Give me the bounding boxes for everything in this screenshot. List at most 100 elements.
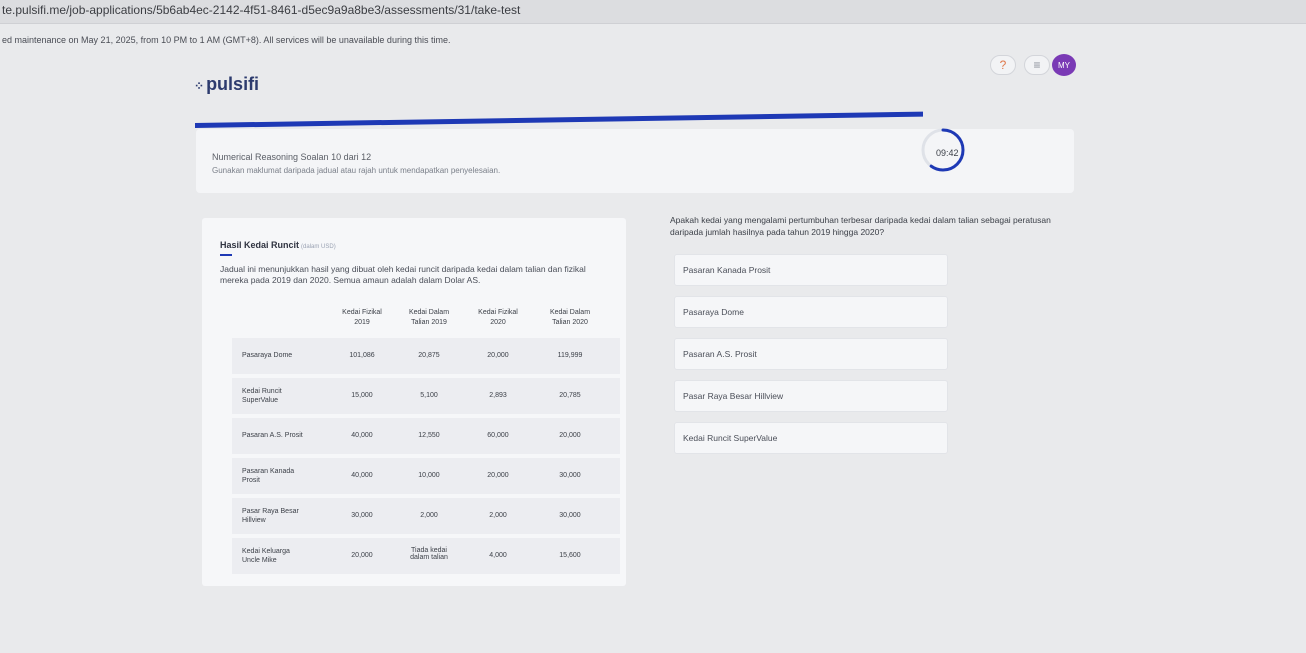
row-store-name: Pasaran Kanada Prosit — [242, 467, 322, 485]
table-cell: 10,000 — [399, 472, 459, 479]
row-store-name-line: Pasaran Kanada — [242, 468, 295, 475]
table-cell-line: 40,000 — [351, 472, 373, 479]
table-cell-line: 30,000 — [559, 472, 581, 479]
table-row: Pasaran Kanada Prosit 40,000 10,000 20,000 30… — [232, 458, 620, 494]
column-header-line: Kedai Dalam — [549, 309, 591, 316]
row-store-name-line: Pasaraya Dome — [242, 352, 293, 359]
help-button[interactable]: ? — [990, 55, 1016, 75]
answer-option[interactable]: Kedai Runcit SuperValue — [674, 422, 948, 454]
table-header: Kedai Fizikal 2019 Kedai Dalam Talian 2019 K… — [220, 308, 622, 332]
row-store-name-line: Kedai Keluarga — [242, 548, 290, 555]
table-cell: 20,000 — [468, 352, 528, 359]
test-progress-bar — [195, 105, 923, 128]
table-title-text: Hasil Kedai Runcit — [220, 240, 300, 250]
row-store-name: Pasaraya Dome — [242, 351, 322, 360]
table-cell-line: dalam talian — [410, 554, 448, 561]
data-table-card: Hasil Kedai Runcit (dalam USD) Jadual ini… — [202, 218, 626, 586]
table-cell-line: 15,600 — [559, 552, 581, 559]
question-counter: Numerical Reasoning Soalan 10 dari 12 — [212, 152, 372, 162]
pulsifi-logo[interactable]: ⁘ pulsifi — [194, 74, 259, 95]
row-store-name-line: SuperValue — [242, 397, 279, 404]
table-cell-line: 20,875 — [418, 352, 440, 359]
table-cell-line: 101,086 — [349, 352, 375, 359]
column-header: Kedai Fizikal 2020 — [463, 308, 533, 328]
row-store-name: Kedai Keluarga Uncle Mike — [242, 547, 322, 565]
table-cell-line: 5,100 — [420, 392, 438, 399]
table-cell-line: 20,000 — [487, 352, 509, 359]
column-header-line: Kedai Fizikal — [478, 309, 518, 316]
column-header-line: Talian 2019 — [411, 319, 447, 326]
column-header-line: Kedai Dalam — [408, 309, 450, 316]
answer-option[interactable]: Pasar Raya Besar Hillview — [674, 380, 948, 412]
row-store-name-line: Pasaran A.S. Prosit — [242, 432, 303, 439]
table-cell: 4,000 — [468, 552, 528, 559]
url-text: te.pulsifi.me/job-applications/5b6ab4ec-… — [2, 3, 521, 17]
column-header-line: Kedai Fizikal — [342, 309, 382, 316]
table-row: Pasaraya Dome 101,086 20,875 20,000 119,999 — [232, 338, 620, 374]
table-cell-line: 20,785 — [559, 392, 581, 399]
table-cell: 101,086 — [332, 352, 392, 359]
table-cell-line: Tiada kedai — [411, 547, 447, 554]
question-text: Apakah kedai yang mengalami pertumbuhan … — [670, 215, 1051, 237]
menu-icon: ≡ — [1033, 58, 1041, 72]
table-cell: 2,000 — [468, 512, 528, 519]
row-store-name: Kedai Runcit SuperValue — [242, 387, 322, 405]
table-cell-line: 10,000 — [418, 472, 440, 479]
table-title: Hasil Kedai Runcit (dalam USD) — [220, 240, 336, 250]
avatar[interactable]: MY — [1052, 54, 1076, 76]
table-row: Kedai Runcit SuperValue 15,000 5,100 2,893 20… — [232, 378, 620, 414]
question-instruction: Gunakan maklumat daripada jadual atau ra… — [212, 166, 501, 175]
address-bar[interactable]: te.pulsifi.me/job-applications/5b6ab4ec-… — [0, 0, 1306, 24]
table-cell: 20,000 — [468, 472, 528, 479]
maintenance-banner: ed maintenance on May 21, 2025, from 10 … — [0, 35, 1306, 51]
table-cell-line: 20,000 — [351, 552, 373, 559]
table-row: Kedai Keluarga Uncle Mike 20,000 Tiada keda… — [232, 538, 620, 574]
table-cell-line: 20,000 — [487, 472, 509, 479]
table-cell: 15,000 — [332, 392, 392, 399]
progress-fill — [195, 111, 923, 128]
answer-option[interactable]: Pasaran Kanada Prosit — [674, 254, 948, 286]
row-store-name: Pasar Raya Besar Hillview — [242, 507, 322, 525]
table-cell-line: 40,000 — [351, 432, 373, 439]
logo-dots-icon: ⁘ — [194, 79, 205, 93]
answer-option[interactable]: Pasaran A.S. Prosit — [674, 338, 948, 370]
table-cell: 20,000 — [332, 552, 392, 559]
app-header: ⁘ pulsifi ? ≡ MY — [0, 52, 1306, 96]
table-cell: 20,875 — [399, 352, 459, 359]
row-store-name-line: Hillview — [242, 517, 266, 524]
table-unit: (dalam USD) — [301, 244, 336, 250]
table-cell: 2,000 — [399, 512, 459, 519]
column-header: Kedai Fizikal 2019 — [327, 308, 397, 328]
table-cell: 30,000 — [332, 512, 392, 519]
table-cell: 40,000 — [332, 432, 392, 439]
column-header-line: 2020 — [490, 319, 506, 326]
menu-button[interactable]: ≡ — [1024, 55, 1050, 75]
logo-text: pulsifi — [206, 74, 260, 94]
table-cell-line: 30,000 — [559, 512, 581, 519]
table-description: Jadual ini menunjukkan hasil yang dibuat… — [220, 264, 586, 285]
table-cell: Tiada kedai dalam talian — [399, 547, 459, 561]
table-cell-line: 119,999 — [557, 352, 583, 359]
column-header-line: Talian 2020 — [552, 319, 588, 326]
banner-text: ed maintenance on May 21, 2025, from 10 … — [2, 35, 451, 45]
row-store-name-line: Kedai Runcit — [242, 388, 282, 395]
table-cell-line: 30,000 — [351, 512, 373, 519]
table-cell: 119,999 — [540, 352, 600, 359]
answer-option[interactable]: Pasaraya Dome — [674, 296, 948, 328]
table-cell-line: 2,000 — [489, 512, 507, 519]
column-header-line: 2019 — [354, 319, 370, 326]
table-cell-line: 12,550 — [418, 432, 440, 439]
table-cell: 40,000 — [332, 472, 392, 479]
table-cell-line: 2,000 — [420, 512, 438, 519]
table-row: Pasar Raya Besar Hillview 30,000 2,000 2,000… — [232, 498, 620, 534]
column-header: Kedai Dalam Talian 2019 — [394, 308, 464, 328]
help-icon: ? — [999, 58, 1007, 72]
table-cell: 60,000 — [468, 432, 528, 439]
table-cell: 15,600 — [540, 552, 600, 559]
table-cell: 12,550 — [399, 432, 459, 439]
question-header-card: Numerical Reasoning Soalan 10 dari 12 Gu… — [196, 128, 1074, 193]
column-header: Kedai Dalam Talian 2020 — [535, 308, 605, 328]
table-cell-line: 15,000 — [351, 392, 373, 399]
title-underline — [220, 254, 232, 256]
timer-text: 09:42 — [936, 148, 959, 158]
